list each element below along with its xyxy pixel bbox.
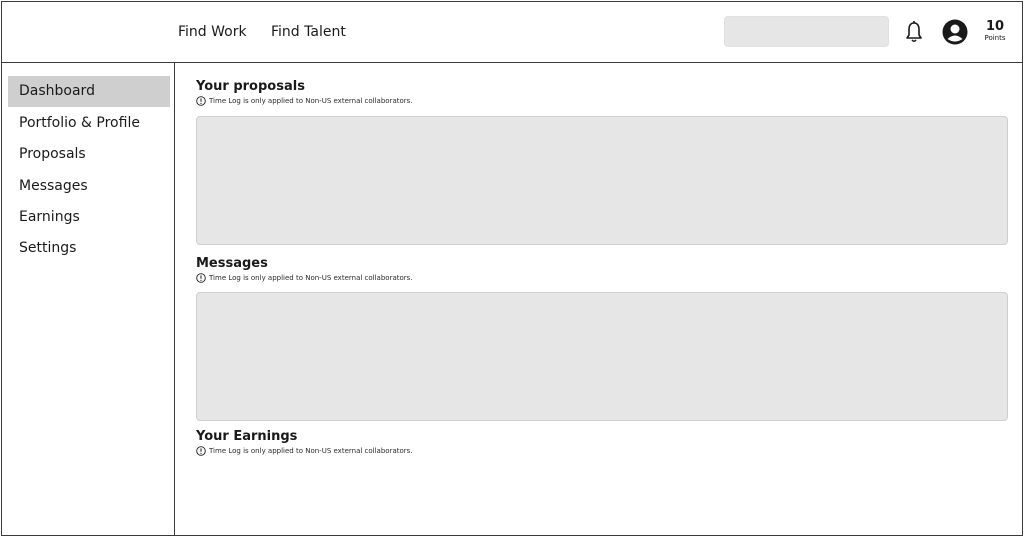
nav-find-talent[interactable]: Find Talent xyxy=(271,24,346,40)
info-icon xyxy=(196,446,206,456)
section-note-text: Time Log is only applied to Non-US exter… xyxy=(209,274,413,282)
section-note-text: Time Log is only applied to Non-US exter… xyxy=(209,447,413,455)
user-avatar-icon[interactable] xyxy=(942,19,968,45)
section-title-proposals: Your proposals xyxy=(196,79,305,94)
section-note-proposals: Time Log is only applied to Non-US exter… xyxy=(196,96,413,106)
main-content: Your proposals Time Log is only applied … xyxy=(176,64,1022,536)
sidebar-item-settings[interactable]: Settings xyxy=(8,233,170,264)
section-title-earnings: Your Earnings xyxy=(196,429,298,444)
section-note-messages: Time Log is only applied to Non-US exter… xyxy=(196,273,413,283)
section-note-earnings: Time Log is only applied to Non-US exter… xyxy=(196,446,413,456)
sidebar-item-messages[interactable]: Messages xyxy=(8,171,170,202)
info-icon xyxy=(196,96,206,106)
points-badge: 10 Points xyxy=(978,20,1012,43)
proposals-panel xyxy=(196,116,1008,245)
sidebar-item-proposals[interactable]: Proposals xyxy=(8,139,170,170)
search-input[interactable] xyxy=(724,16,889,47)
info-icon xyxy=(196,273,206,283)
sidebar-item-portfolio-profile[interactable]: Portfolio & Profile xyxy=(8,108,170,139)
sidebar-item-earnings[interactable]: Earnings xyxy=(8,202,170,233)
points-value: 10 xyxy=(985,19,1005,34)
sidebar: Dashboard Portfolio & Profile Proposals … xyxy=(2,63,175,536)
nav-find-work[interactable]: Find Work xyxy=(178,24,247,40)
messages-panel xyxy=(196,292,1008,421)
top-header: Find Work Find Talent 10 Points xyxy=(2,2,1022,63)
section-note-text: Time Log is only applied to Non-US exter… xyxy=(209,97,413,105)
bell-icon[interactable] xyxy=(904,20,924,44)
app-frame: Find Work Find Talent 10 Points Dashboar… xyxy=(1,1,1023,536)
section-title-messages: Messages xyxy=(196,256,268,271)
points-label: Points xyxy=(984,34,1006,42)
sidebar-item-dashboard[interactable]: Dashboard xyxy=(8,76,170,107)
